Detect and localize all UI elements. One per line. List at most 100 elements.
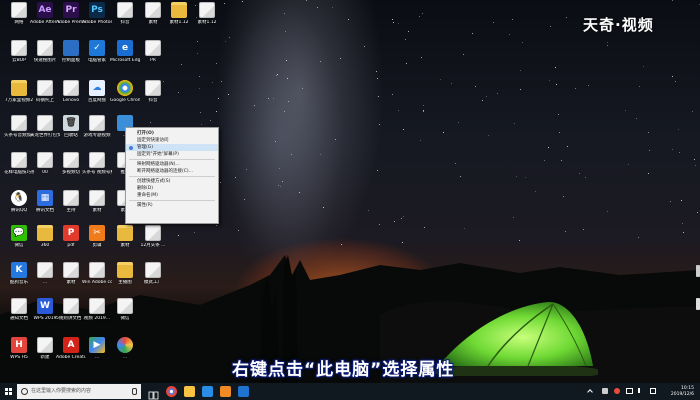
- star: [298, 191, 300, 193]
- star: [200, 123, 202, 125]
- star: [286, 60, 288, 62]
- desktop-icon[interactable]: 抖音: [138, 80, 168, 114]
- star: [290, 153, 292, 155]
- context-menu-item[interactable]: 重命名(M): [126, 192, 218, 199]
- star: [216, 224, 218, 226]
- input-method-icon[interactable]: [650, 388, 656, 394]
- start-button[interactable]: [0, 383, 17, 400]
- task-view-icon[interactable]: [148, 386, 159, 400]
- file-icon: [89, 262, 105, 278]
- desktop-icon[interactable]: ☁ 百度网盘: [82, 80, 112, 114]
- desktop-icon[interactable]: 素材1.12: [192, 2, 222, 36]
- star: [221, 81, 223, 83]
- microphone-icon[interactable]: [132, 388, 137, 395]
- star: [209, 119, 211, 121]
- star: [567, 145, 569, 147]
- panel-icon: [63, 40, 79, 56]
- star: [548, 147, 550, 149]
- context-menu-item[interactable]: 属性(R): [126, 202, 218, 209]
- star: [558, 131, 560, 133]
- desktop-icon[interactable]: 素材: [82, 190, 112, 224]
- file-icon: [145, 40, 161, 56]
- star: [675, 81, 677, 83]
- star: [455, 163, 457, 165]
- context-menu-item[interactable]: 管理(G): [126, 144, 218, 151]
- star: [323, 207, 325, 209]
- qq-icon: 🐧: [11, 190, 27, 206]
- context-menu-label: 固定到快速访问: [137, 138, 169, 143]
- star: [648, 172, 650, 174]
- star: [556, 84, 558, 86]
- desktop-icon[interactable]: 模式工厂: [138, 262, 168, 296]
- desktop-icon-label: 素材: [92, 208, 102, 213]
- star: [177, 234, 179, 236]
- context-menu-item[interactable]: 打开(O): [126, 130, 218, 137]
- star: [682, 223, 684, 225]
- menu-separator: [129, 200, 215, 201]
- desktop-icon[interactable]: 抖音: [110, 2, 140, 36]
- file-icon: [89, 152, 105, 168]
- desktop-icon[interactable]: ...: [110, 337, 140, 371]
- desktop-icon[interactable]: PR: [138, 40, 168, 74]
- star: [642, 66, 644, 68]
- star: [522, 42, 524, 44]
- star: [421, 13, 423, 14]
- desktop-icon[interactable]: ✂ 剪辑: [82, 225, 112, 259]
- network-icon[interactable]: [626, 388, 633, 394]
- context-menu-item[interactable]: 删除(D): [126, 185, 218, 192]
- taskbar-chrome-icon[interactable]: [166, 386, 177, 397]
- context-menu-item[interactable]: 固定到快速访问: [126, 137, 218, 144]
- desktop-icon[interactable]: 12月头条 ...: [138, 225, 168, 259]
- file-icon: [145, 2, 161, 18]
- desktop-icon[interactable]: 头条号 视频号推荐: [82, 152, 112, 186]
- taskbar-app-icon[interactable]: [220, 386, 231, 397]
- volume-icon[interactable]: [638, 388, 644, 393]
- edge-icon: e: [117, 40, 133, 56]
- star: [282, 180, 284, 182]
- desktop-icon[interactable]: Google Chrome: [110, 80, 140, 114]
- star: [535, 191, 537, 193]
- star: [579, 173, 581, 175]
- desktop-icon[interactable]: 素材1.12: [164, 2, 194, 36]
- star: [246, 168, 248, 170]
- desktop-icon[interactable]: 游戏专题视频: [82, 115, 112, 149]
- clock[interactable]: 10:15 2019/12/6: [671, 386, 694, 397]
- star: [564, 231, 566, 233]
- star: [471, 32, 473, 34]
- context-menu-item[interactable]: 创建快捷方式(S): [126, 178, 218, 185]
- tray-app-icon[interactable]: [602, 388, 608, 394]
- desktop-icon[interactable]: ▶...: [82, 337, 112, 371]
- star: [423, 110, 425, 112]
- desktop-icon[interactable]: ✓ 电脑管家: [82, 40, 112, 74]
- file-icon: [117, 298, 133, 314]
- context-menu-label: 映射网络驱动器(N)...: [137, 162, 180, 167]
- desktop-icon[interactable]: 视频 2019...: [82, 298, 112, 332]
- file-icon: [11, 115, 27, 131]
- star: [550, 25, 552, 27]
- context-menu-item[interactable]: 固定到"开始"屏幕(P): [126, 151, 218, 158]
- taskbar-explorer-icon[interactable]: [184, 386, 195, 397]
- tray-app-icon[interactable]: [614, 388, 620, 394]
- star: [243, 198, 245, 200]
- video-subtitle: 右键点击“此电脑”选择属性: [232, 360, 455, 380]
- desktop-icon[interactable]: e Microsoft Edge: [110, 40, 140, 74]
- context-menu-item[interactable]: 映射网络驱动器(N)...: [126, 161, 218, 168]
- taskbar-app-icon[interactable]: [202, 386, 213, 397]
- taskbar-search-box[interactable]: 在这里输入你要搜索的内容: [17, 384, 141, 399]
- desktop-icon[interactable]: Win Adobe cc 2018 ...: [82, 262, 112, 296]
- star: [672, 0, 674, 2]
- desktop-icon[interactable]: 主播图: [110, 262, 140, 296]
- star: [287, 77, 289, 79]
- chevron-up-icon[interactable]: [587, 389, 593, 395]
- desktop-icon[interactable]: 素材: [110, 225, 140, 259]
- desktop-icon[interactable]: 微信: [110, 298, 140, 332]
- context-menu-item[interactable]: 断开网络驱动器的连接(C)...: [126, 168, 218, 175]
- star: [544, 159, 546, 161]
- star: [375, 71, 377, 73]
- star: [219, 182, 221, 184]
- taskbar-app-icon[interactable]: [238, 386, 249, 397]
- desktop-icon[interactable]: Ps Adobe Photosh...: [82, 2, 112, 36]
- file-icon: [145, 262, 161, 278]
- star: [638, 86, 640, 88]
- taskbar: 在这里输入你要搜索的内容 10:15 2019/12/6: [0, 383, 700, 400]
